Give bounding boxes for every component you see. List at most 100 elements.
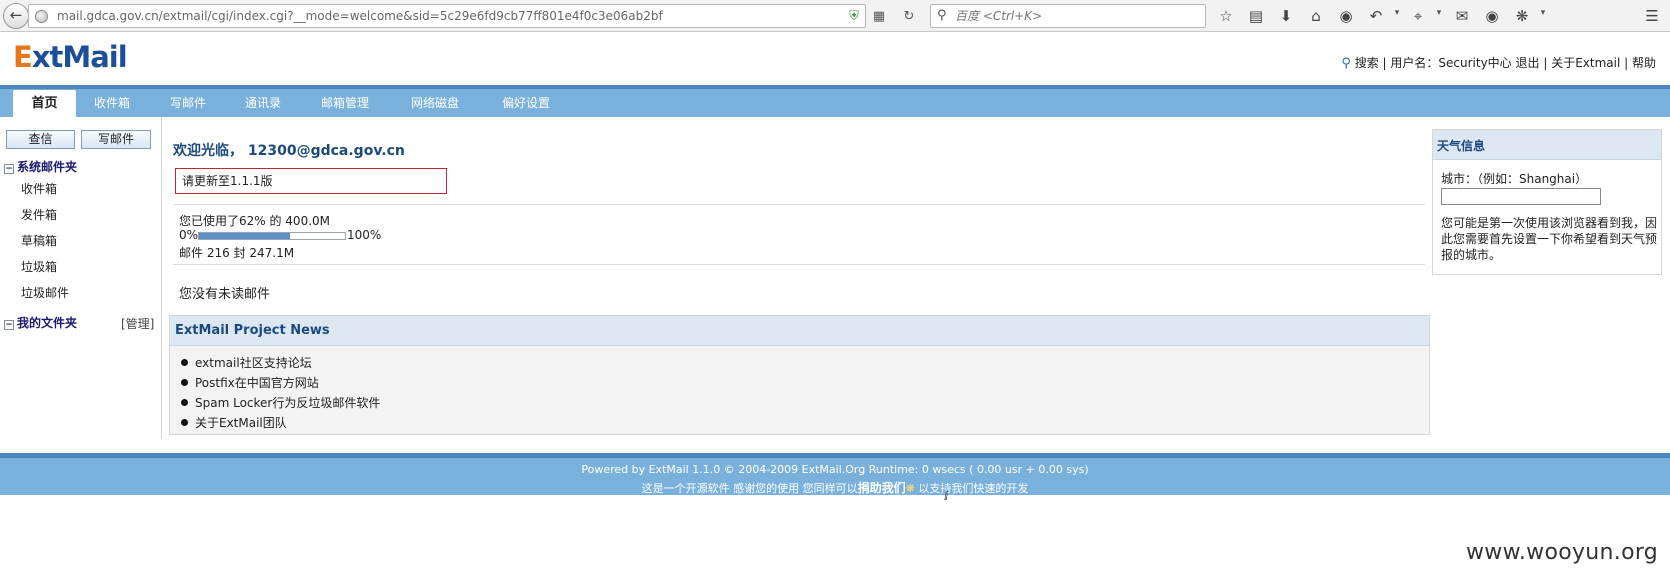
star-icon[interactable]: ☆	[1216, 6, 1236, 26]
quota-usage-text: 您已使用了62% 的 400.0M	[179, 214, 331, 228]
folder-spam[interactable]: 垃圾邮件	[21, 284, 69, 301]
text-cursor-icon: ⅈ	[944, 489, 949, 503]
compose-button[interactable]: 写邮件	[81, 130, 151, 149]
folder-trash[interactable]: 垃圾箱	[21, 258, 57, 275]
collapse-icon[interactable]: −	[4, 164, 14, 174]
collapse-icon[interactable]: −	[4, 320, 14, 330]
back-arrow-icon[interactable]: ←	[3, 3, 29, 29]
news-link-text[interactable]: Postfix在中国官方网站	[195, 376, 319, 390]
app-header: ExtMail ⚲ 搜索 | 用户名：Security中心 退出 | 关于Ext…	[0, 33, 1670, 85]
footer-text-post: 以支持我们快速的开发	[918, 482, 1029, 495]
url-text[interactable]: mail.gdca.gov.cn/extmail/cgi/index.cgi?_…	[57, 9, 663, 23]
about-link[interactable]: 关于Extmail	[1551, 56, 1620, 70]
search-icon[interactable]: ⚲	[1341, 56, 1351, 71]
globe-icon[interactable]: ◉	[1482, 6, 1502, 26]
news-link[interactable]: extmail社区支持论坛	[181, 354, 312, 371]
weather-panel-header: 天气信息	[1433, 130, 1661, 160]
weather-note: 您可能是第一次使用该浏览器看到我，因此您需要首先设置一下你希望看到天气预报的城市…	[1441, 216, 1658, 262]
tab-netdisk[interactable]: 网络磁盘	[400, 89, 470, 117]
quota-progress-bar	[198, 232, 346, 240]
tab-contacts[interactable]: 通讯录	[235, 89, 291, 117]
logo-e: E	[13, 40, 33, 74]
chevron-down-icon[interactable]: ▾	[1538, 8, 1548, 18]
footer-donate-line: 这是一个开源软件 感谢您的使用 您同样可以捐助我们❋ 以支持我们快速的开发	[0, 479, 1670, 496]
help-link[interactable]: 帮助	[1632, 56, 1656, 70]
manage-folders-link[interactable]: [管理]	[121, 315, 154, 332]
menu-icon[interactable]: ☰	[1642, 6, 1662, 26]
weather-title: 天气信息	[1437, 139, 1486, 153]
project-news-panel: ExtMail Project News extmail社区支持论坛 Postf…	[169, 315, 1430, 435]
address-bar[interactable]: mail.gdca.gov.cn/extmail/cgi/index.cgi?_…	[28, 4, 914, 28]
chevron-down-icon[interactable]: ▾	[1434, 8, 1444, 18]
news-link[interactable]: 关于ExtMail团队	[181, 414, 287, 431]
header-user-bar: ⚲ 搜索 | 用户名：Security中心 退出 | 关于Extmail | 帮…	[1341, 56, 1656, 71]
divider	[173, 264, 1425, 265]
tab-home[interactable]: 首页	[13, 90, 76, 117]
news-panel-header: ExtMail Project News	[170, 316, 1429, 346]
globe-icon	[35, 10, 48, 23]
reader-icon[interactable]: ▤	[1246, 6, 1266, 26]
news-title: ExtMail Project News	[175, 323, 330, 338]
my-folders-title: 我的文件夹	[17, 316, 78, 330]
chat-icon[interactable]: ◉	[1336, 6, 1356, 26]
news-link[interactable]: Postfix在中国官方网站	[181, 374, 319, 391]
browser-toolbar: ← mail.gdca.gov.cn/extmail/cgi/index.cgi…	[0, 0, 1670, 32]
folder-sent[interactable]: 发件箱	[21, 206, 57, 223]
news-link-text[interactable]: Spam Locker行为反垃圾邮件软件	[195, 396, 380, 410]
check-mail-button[interactable]: 查信	[6, 130, 75, 149]
download-icon[interactable]: ⬇	[1276, 6, 1296, 26]
tab-preferences[interactable]: 偏好设置	[491, 89, 561, 117]
bug-icon[interactable]: ❋	[1512, 6, 1532, 26]
system-folders-header[interactable]: − 系统邮件夹	[4, 158, 77, 175]
home-icon[interactable]: ⌂	[1306, 6, 1326, 26]
news-link-text[interactable]: extmail社区支持论坛	[195, 356, 312, 370]
news-link-text[interactable]: 关于ExtMail团队	[195, 416, 287, 430]
browser-search-box[interactable]: ⚲	[930, 4, 1206, 28]
footer-powered-by: Powered by ExtMail 1.1.0 © 2004-2009 Ext…	[581, 463, 1089, 476]
browser-search-input[interactable]	[955, 7, 1195, 25]
divider	[173, 204, 1425, 205]
system-folders-title: 系统邮件夹	[17, 160, 78, 174]
weather-panel: 天气信息 城市：（例如：Shanghai） 您可能是第一次使用该浏览器看到我，因…	[1432, 129, 1662, 275]
no-unread-message: 您没有未读邮件	[179, 287, 271, 302]
star-icon: ❋	[905, 482, 915, 495]
shield-icon[interactable]: ⛨	[846, 9, 862, 25]
quota-min-label: 0%	[179, 228, 199, 242]
search-icon: ⚲	[937, 8, 947, 23]
watermark: www.wooyun.org	[1466, 540, 1659, 565]
donate-link[interactable]: 捐助我们	[858, 481, 906, 495]
extmail-logo[interactable]: ExtMail	[13, 40, 128, 74]
username-label: 用户名：Security中心	[1390, 56, 1512, 70]
bullet-icon	[181, 379, 188, 386]
news-link[interactable]: Spam Locker行为反垃圾邮件软件	[181, 394, 380, 411]
logout-link[interactable]: 退出	[1516, 56, 1540, 70]
main-nav: 首页 收件箱 写邮件 通讯录 邮箱管理 网络磁盘 偏好设置	[0, 89, 1670, 117]
logo-rest: xtMail	[31, 40, 128, 74]
footer-text-pre: 这是一个开源软件 感谢您的使用 您同样可以	[641, 482, 858, 495]
welcome-heading: 欢迎光临， 12300@gdca.gov.cn	[173, 143, 405, 159]
crop-icon[interactable]: ⌖	[1408, 6, 1428, 26]
bullet-icon	[181, 359, 188, 366]
bullet-icon	[181, 399, 188, 406]
chevron-down-icon[interactable]: ▾	[1392, 8, 1402, 18]
tab-mailbox-manage[interactable]: 邮箱管理	[310, 89, 380, 117]
reload-icon[interactable]: ↻	[901, 9, 917, 25]
undo-icon[interactable]: ↶	[1366, 6, 1386, 26]
search-link[interactable]: 搜索	[1355, 56, 1379, 70]
folder-drafts[interactable]: 草稿箱	[21, 232, 57, 249]
city-label: 城市：（例如：Shanghai）	[1441, 172, 1588, 186]
page-footer: Powered by ExtMail 1.1.0 © 2004-2009 Ext…	[0, 458, 1670, 495]
quota-max-label: 100%	[347, 228, 382, 242]
qr-code-icon[interactable]: ▦	[871, 9, 887, 25]
tab-inbox[interactable]: 收件箱	[84, 89, 140, 117]
quota-progress-fill	[199, 233, 290, 239]
mail-count-text: 邮件 216 封 247.1M	[179, 246, 295, 260]
folder-inbox[interactable]: 收件箱	[21, 180, 57, 197]
comment-icon[interactable]: ✉	[1452, 6, 1472, 26]
update-notice[interactable]: 请更新至1.1.1版	[175, 168, 447, 194]
city-input[interactable]	[1441, 188, 1601, 205]
my-folders-header[interactable]: − 我的文件夹	[4, 314, 77, 331]
folder-sidebar: 查信 写邮件 − 系统邮件夹 收件箱 发件箱 草稿箱 垃圾箱 垃圾邮件 − 我的文件…	[0, 117, 162, 439]
bullet-icon	[181, 419, 188, 426]
tab-compose[interactable]: 写邮件	[160, 89, 216, 117]
